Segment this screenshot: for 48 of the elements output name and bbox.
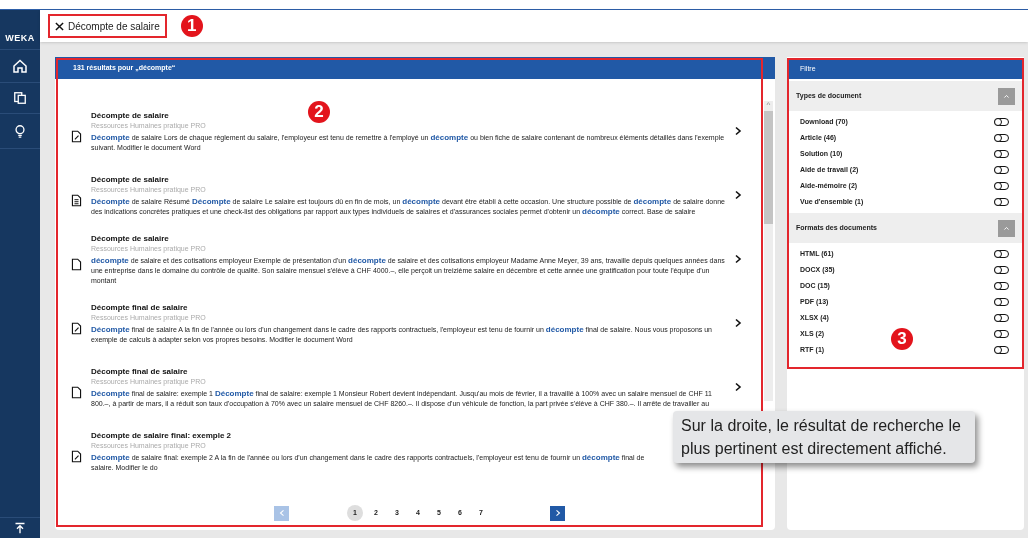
logo: WEKA <box>5 32 35 45</box>
callout-marker: 1 <box>180 15 203 37</box>
edit-document-icon <box>70 321 83 335</box>
text-document-icon <box>70 193 83 207</box>
edit-document-icon <box>70 449 83 463</box>
toggle-switch[interactable] <box>994 182 1009 190</box>
result-title[interactable]: Décompte de salaire final: exemple 2 <box>91 429 232 441</box>
search-tag[interactable]: Décompte de salaire <box>48 14 167 38</box>
callout-marker: 2 <box>308 101 330 123</box>
chevron-icon[interactable] <box>734 382 742 392</box>
toggle-switch[interactable] <box>994 118 1009 126</box>
edit-document-icon <box>70 129 83 143</box>
home-icon[interactable] <box>12 57 28 74</box>
chevron-icon[interactable] <box>734 254 742 264</box>
document-icon <box>70 385 83 399</box>
chevron-right-icon <box>554 509 561 517</box>
toggle-switch[interactable] <box>994 166 1009 174</box>
documents-icon[interactable] <box>13 90 27 105</box>
result-title[interactable]: Décompte de salaire <box>91 173 169 185</box>
toggle-switch[interactable] <box>994 314 1009 322</box>
toggle-switch[interactable] <box>994 298 1009 306</box>
chevron-up-icon <box>1003 224 1010 232</box>
toggle-switch[interactable] <box>994 134 1009 142</box>
toggle-switch[interactable] <box>994 266 1009 274</box>
close-icon[interactable] <box>55 21 64 31</box>
result-title[interactable]: Décompte de salaire <box>91 232 169 244</box>
toggle-switch[interactable] <box>994 330 1009 338</box>
annotation-tooltip: Sur la droite, le résultat de recherche le plus pertinent est directement affiché. <box>673 411 975 463</box>
result-title[interactable]: Décompte final de salaire <box>91 365 188 377</box>
chevron-left-icon <box>278 509 285 517</box>
lightbulb-icon[interactable] <box>13 123 27 138</box>
toggle-switch[interactable] <box>994 346 1009 354</box>
scrollbar-thumb[interactable] <box>764 111 773 224</box>
toggle-switch[interactable] <box>994 282 1009 290</box>
toggle-switch[interactable] <box>994 198 1009 206</box>
callout-marker: 3 <box>891 328 913 350</box>
chevron-up-icon <box>1003 92 1010 100</box>
toggle-switch[interactable] <box>994 150 1009 158</box>
chevron-icon[interactable] <box>734 318 742 328</box>
document-icon <box>70 257 83 271</box>
search-tag-label: Décompte de salaire <box>68 19 160 34</box>
chevron-icon[interactable] <box>734 126 742 136</box>
scroll-to-top-icon[interactable] <box>14 522 26 534</box>
result-title[interactable]: Décompte final de salaire <box>91 301 188 313</box>
next-page-button[interactable] <box>550 505 565 521</box>
toggle-switch[interactable] <box>994 250 1009 258</box>
chevron-icon[interactable] <box>734 190 742 200</box>
result-title[interactable]: Décompte de salaire <box>91 109 169 121</box>
